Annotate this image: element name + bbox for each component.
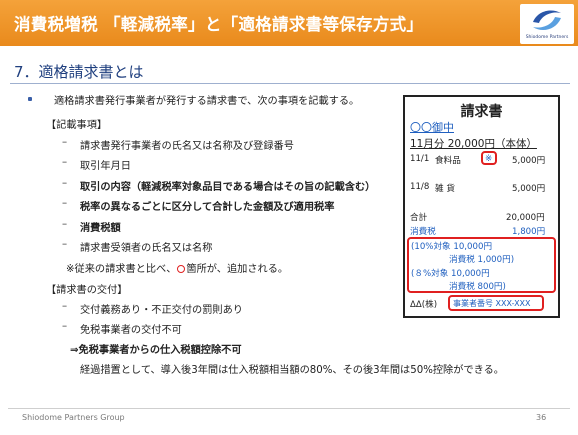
section-heading: 7．適格請求書とは: [14, 63, 144, 81]
footer-company: Shiodome Partners Group: [22, 413, 125, 422]
list-item: 請求書受領者の氏名又は名称: [80, 243, 213, 254]
invoice-tax-amount: 1,800円: [512, 227, 546, 237]
list-item: 交付義務あり・不正交付の罰則あり: [80, 305, 243, 316]
footer-divider: [8, 408, 570, 409]
company-logo: Shiodome Partners: [520, 4, 574, 44]
highlight-mark-box: [481, 151, 497, 165]
invoice-reg-no: 事業者番号 XXX-XXX: [453, 299, 531, 308]
items-heading: 【記載事項】: [46, 120, 108, 131]
logo-mark-icon: [533, 10, 561, 30]
invoice-title: 請求書: [460, 104, 503, 120]
invoice-row2-item: 雑 貨: [435, 184, 455, 194]
invoice-row1-item: 食料品: [435, 156, 461, 166]
dash-icon: –: [62, 219, 68, 230]
invoice-10pct-tax: 消費税 1,000円): [449, 255, 515, 265]
logo-text: Shiodome Partners: [525, 35, 569, 40]
consequence-text: ⇒免税事業者からの仕入税額控除不可: [70, 345, 242, 356]
list-item: 取引の内容（軽減税率対象品目である場合はその旨の記載含む）: [80, 182, 376, 193]
invoice-issuer: ΔΔ(株): [410, 300, 438, 310]
note-before: ※従来の請求書と比べ、: [66, 264, 177, 275]
section-divider: [10, 83, 570, 84]
invoice-8pct-label: (８%対象 10,000円: [411, 269, 490, 279]
invoice-8pct-tax: 消費税 800円): [449, 282, 506, 292]
invoice-row2-amount: 5,000円: [512, 184, 546, 194]
invoice-row1-date: 11/1: [410, 154, 430, 164]
dash-icon: –: [62, 301, 68, 312]
bullet-icon: [28, 97, 32, 101]
transition-text: 経過措置として、導入後3年間は仕入税額相当額の80%、その後3年間は50%控除が…: [80, 365, 504, 376]
intro-text: 適格請求書発行事業者が発行する請求書で、次の事項を記載する。: [54, 96, 360, 107]
dash-icon: –: [62, 198, 68, 209]
invoice-10pct-label: (10%対象 10,000円: [411, 242, 493, 252]
invoice-addressee: 〇〇御中: [410, 121, 454, 134]
list-item: 取引年月日: [80, 161, 131, 172]
invoice-summary: 11月分 20,000円（本体）: [410, 138, 537, 150]
red-circle-icon: [177, 265, 186, 273]
note-after: 箇所が、追加される。: [186, 264, 289, 275]
invoice-row2-date: 11/8: [410, 182, 430, 192]
dash-icon: –: [62, 321, 68, 332]
dash-icon: –: [62, 239, 68, 250]
slide-title: 消費税増税 「軽減税率」と「適格請求書等保存方式」: [14, 15, 424, 34]
delivery-heading: 【請求書の交付】: [46, 285, 128, 296]
slide: 消費税増税 「軽減税率」と「適格請求書等保存方式」 Shiodome Partn…: [0, 0, 578, 435]
invoice-tax-label: 消費税: [410, 227, 436, 237]
dash-icon: –: [62, 157, 68, 168]
list-item: 免税事業者の交付不可: [80, 325, 182, 336]
list-item: 税率の異なるごとに区分して合計した金額及び適用税率: [80, 202, 335, 213]
list-item: 消費税額: [80, 223, 121, 234]
dash-icon: –: [62, 178, 68, 189]
note-text: ※従来の請求書と比べ、 箇所が、追加される。: [66, 260, 288, 275]
header-bar: 消費税増税 「軽減税率」と「適格請求書等保存方式」 Shiodome Partn…: [0, 0, 578, 46]
list-item: 請求書発行事業者の氏名又は名称及び登録番号: [80, 141, 294, 152]
dash-icon: –: [62, 137, 68, 148]
invoice-sample: 請求書 〇〇御中 11月分 20,000円（本体） 11/1 食料品 ※ 5,0…: [403, 95, 560, 318]
invoice-total-amount: 20,000円: [506, 213, 545, 223]
invoice-total-label: 合計: [410, 213, 428, 223]
page-number: 36: [536, 413, 547, 422]
invoice-row1-amount: 5,000円: [512, 156, 546, 166]
